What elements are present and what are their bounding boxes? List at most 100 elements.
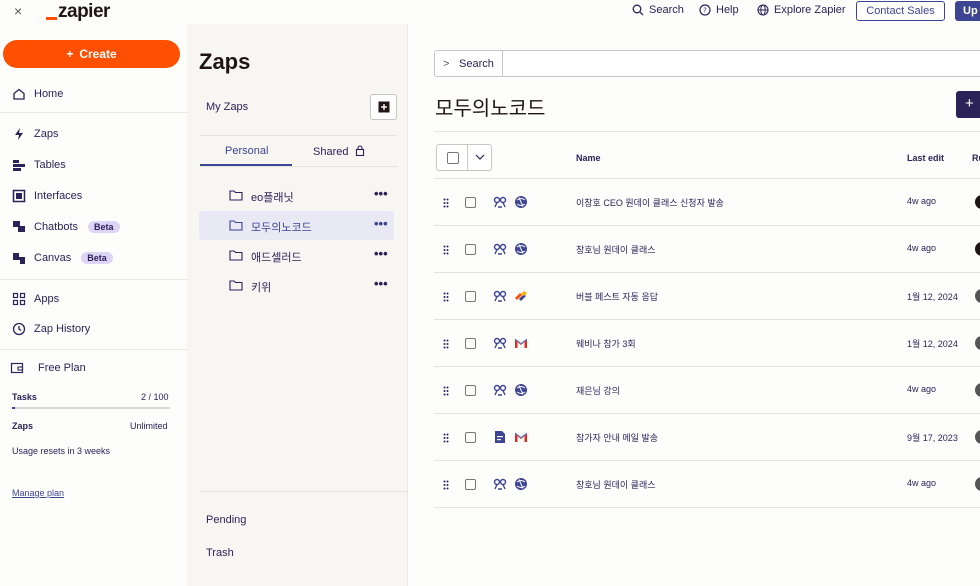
add-folder-icon: [378, 101, 389, 113]
globe-app-icon: [514, 383, 528, 397]
drag-handle-icon[interactable]: [443, 292, 449, 302]
select-all-control[interactable]: [436, 144, 492, 171]
folder-item-active[interactable]: 모두의노코드 •••: [199, 211, 394, 240]
select-all-checkbox[interactable]: [447, 152, 459, 164]
svg-text:?: ?: [703, 7, 707, 15]
zap-name[interactable]: 창호님 원데이 클래스: [576, 478, 656, 491]
table-row[interactable]: 버블 페스트 자동 응답 1월 12, 2024: [434, 273, 980, 320]
zap-name[interactable]: 버블 페스트 자동 응답: [576, 290, 658, 303]
table-row[interactable]: 웨비나 참가 3회 1월 12, 2024: [434, 320, 980, 367]
new-zap-button[interactable]: +: [956, 91, 980, 118]
last-edit: 4w ago: [907, 196, 937, 206]
row-checkbox[interactable]: [465, 385, 476, 396]
row-checkbox[interactable]: [465, 432, 476, 443]
status-toggle-icon[interactable]: [975, 195, 980, 209]
tab-personal[interactable]: Personal: [225, 145, 268, 157]
sidebar-item-zap-history[interactable]: Zap History: [12, 322, 90, 336]
drag-handle-icon[interactable]: [443, 433, 449, 443]
row-checkbox[interactable]: [465, 479, 476, 490]
status-toggle-icon[interactable]: [975, 289, 980, 303]
usage-reset-note: Usage resets in 3 weeks: [12, 446, 111, 456]
sidebar-item-apps[interactable]: Apps: [12, 292, 59, 306]
drag-handle-icon[interactable]: [443, 386, 449, 396]
sidebar-item-home[interactable]: Home: [12, 87, 63, 101]
drag-handle-icon[interactable]: [443, 245, 449, 255]
contact-sales-button[interactable]: Contact Sales: [856, 1, 945, 21]
zap-name[interactable]: 창호님 원데이 클래스: [576, 243, 656, 256]
more-options-icon[interactable]: •••: [374, 186, 388, 201]
zap-name[interactable]: 참가자 안내 메일 발송: [576, 431, 658, 444]
explore-link[interactable]: Explore Zapier: [757, 4, 846, 16]
table-row[interactable]: 창호님 원데이 클래스 4w ago: [434, 461, 980, 508]
zap-name[interactable]: 이창호 CEO 원데이 클래스 신청자 발송: [576, 196, 724, 209]
pending-link[interactable]: Pending: [206, 514, 246, 526]
row-checkbox[interactable]: [465, 197, 476, 208]
zap-name[interactable]: 웨비나 참가 3회: [576, 337, 636, 350]
more-options-icon[interactable]: •••: [374, 246, 388, 261]
sidebar-item-label: Apps: [34, 293, 60, 305]
column-header-name[interactable]: Name: [576, 153, 601, 163]
help-link[interactable]: ? Help: [699, 4, 739, 16]
tables-icon: [13, 160, 25, 171]
folder-item[interactable]: eo플래닛 •••: [199, 181, 394, 210]
beta-badge: Beta: [88, 221, 120, 233]
plan-header: Free Plan: [10, 361, 86, 375]
row-checkbox[interactable]: [465, 338, 476, 349]
table-row[interactable]: 재은님 강의 4w ago: [434, 367, 980, 414]
drag-handle-icon[interactable]: [443, 480, 449, 490]
search-link-label: Search: [649, 4, 684, 16]
add-folder-button[interactable]: [370, 94, 397, 120]
chevron-right-icon[interactable]: >: [443, 58, 449, 70]
tasks-value: 2 / 100: [141, 392, 169, 402]
interfaces-icon: [12, 189, 26, 203]
sidebar-item-label: Zap History: [34, 323, 91, 335]
tab-shared[interactable]: Shared: [313, 145, 365, 158]
column-header-last-edit[interactable]: Last edit: [907, 153, 944, 163]
drag-handle-icon[interactable]: [443, 198, 449, 208]
gmail-icon: [514, 430, 528, 444]
more-options-icon[interactable]: •••: [374, 276, 388, 291]
status-toggle-icon[interactable]: [975, 477, 980, 491]
close-icon[interactable]: ×: [14, 3, 22, 19]
last-edit: 9월 17, 2023: [907, 433, 958, 443]
row-checkbox[interactable]: [465, 291, 476, 302]
folder-item[interactable]: 키위 •••: [199, 271, 394, 300]
upgrade-button[interactable]: Up: [955, 1, 980, 21]
sidebar-item-canvas[interactable]: Canvas Beta: [12, 251, 113, 265]
search-bar[interactable]: > Search: [434, 50, 980, 77]
chatbot-icon: [13, 221, 25, 232]
table-row[interactable]: 이창호 CEO 원데이 클래스 신청자 발송 4w ago: [434, 179, 980, 226]
zap-name[interactable]: 재은님 강의: [576, 384, 620, 397]
folder-item[interactable]: 애드셀러드 •••: [199, 241, 394, 270]
sidebar-divider: [0, 279, 187, 280]
search-link[interactable]: Search: [632, 4, 684, 16]
sidebar-item-chatbots[interactable]: Chatbots Beta: [12, 220, 120, 234]
sidebar-item-tables[interactable]: Tables: [12, 158, 66, 172]
plus-icon: +: [66, 47, 74, 61]
status-toggle-icon[interactable]: [975, 336, 980, 350]
more-options-icon[interactable]: •••: [374, 216, 388, 231]
manage-plan-link[interactable]: Manage plan: [12, 488, 64, 498]
sidebar-item-zaps[interactable]: Zaps: [12, 127, 58, 141]
sidebar-item-interfaces[interactable]: Interfaces: [12, 189, 82, 203]
row-checkbox[interactable]: [465, 244, 476, 255]
zapier-logo[interactable]: zapier: [46, 1, 110, 23]
page-title: Zaps: [199, 49, 251, 74]
status-toggle-icon[interactable]: [975, 383, 980, 397]
status-toggle-icon[interactable]: [975, 242, 980, 256]
tabs-bottom-divider: [200, 166, 397, 167]
column-header-running[interactable]: Ru: [972, 153, 980, 163]
tasks-label: Tasks: [12, 392, 37, 402]
search-separator: [502, 51, 503, 76]
create-button[interactable]: + Create: [3, 40, 180, 68]
drag-handle-icon[interactable]: [443, 339, 449, 349]
search-icon: [632, 4, 644, 16]
trash-link[interactable]: Trash: [206, 547, 234, 559]
globe-app-icon: [514, 195, 528, 209]
table-row[interactable]: 참가자 안내 메일 발송 9월 17, 2023: [434, 414, 980, 461]
status-toggle-icon[interactable]: [975, 430, 980, 444]
sidebar-item-label: Chatbots: [34, 221, 79, 233]
table-row[interactable]: 창호님 원데이 클래스 4w ago: [434, 226, 980, 273]
webhook-icon: [493, 242, 507, 256]
chevron-down-icon[interactable]: [474, 151, 486, 163]
